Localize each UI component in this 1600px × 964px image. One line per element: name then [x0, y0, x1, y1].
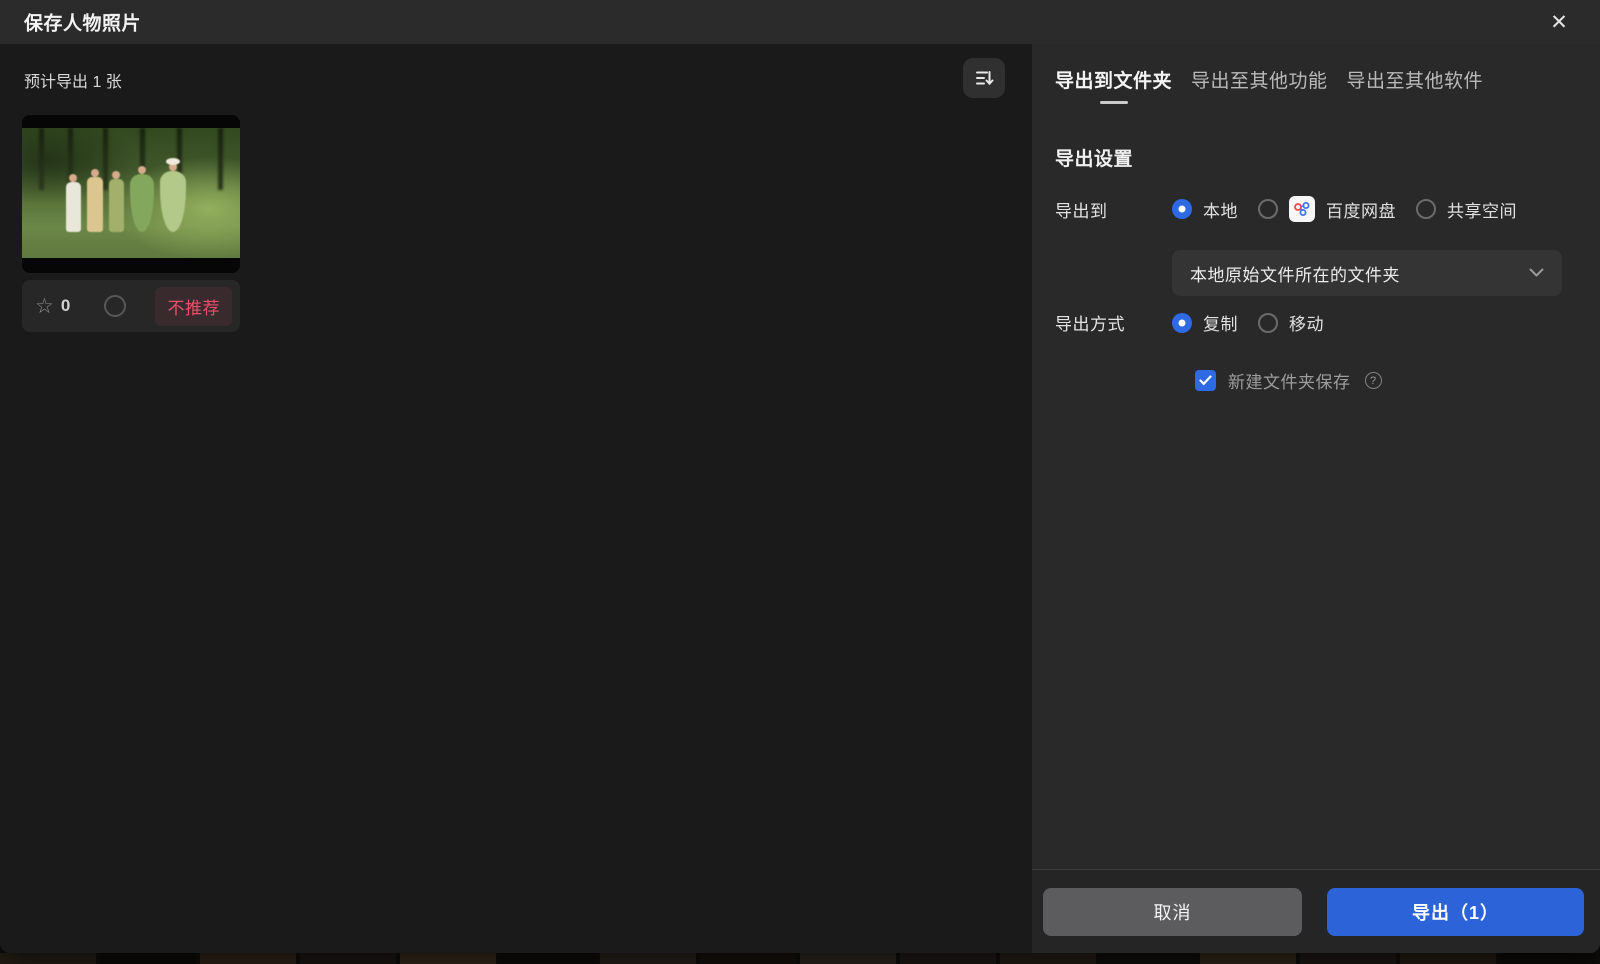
star-count: 0: [61, 296, 70, 316]
filmstrip-thumb: [100, 953, 196, 964]
folder-dropdown[interactable]: 本地原始文件所在的文件夹: [1172, 250, 1562, 296]
photo-card: ☆ 0 不推荐: [22, 115, 240, 332]
sort-descending-icon: [974, 68, 994, 88]
photo-subjects: [66, 171, 186, 232]
help-icon[interactable]: ?: [1365, 372, 1382, 389]
tab-export-to-folder[interactable]: 导出到文件夹: [1055, 66, 1172, 104]
filmstrip-thumb: [1000, 953, 1096, 964]
tab-export-to-other-software[interactable]: 导出至其他软件: [1347, 66, 1484, 104]
filmstrip-thumb: [600, 953, 696, 964]
radio-icon: [1258, 313, 1278, 333]
new-folder-checkbox-row: 新建文件夹保存 ?: [1195, 368, 1382, 393]
screen: 保存人物照片 ✕ 预计导出 1 张: [0, 0, 1600, 964]
export-button[interactable]: 导出（1）: [1327, 888, 1584, 936]
photo-image: [22, 128, 240, 258]
tab-export-to-other-features[interactable]: 导出至其他功能: [1191, 66, 1328, 104]
radio-option-local[interactable]: 本地: [1172, 197, 1238, 222]
export-settings-panel: 导出到文件夹 导出至其他功能 导出至其他软件 导出设置 导出到 本地: [1032, 44, 1600, 953]
export-destination-row: 导出到 本地: [1055, 196, 1570, 222]
dialog-title: 保存人物照片: [24, 9, 141, 36]
not-recommended-badge: 不推荐: [155, 287, 232, 326]
export-tabs: 导出到文件夹 导出至其他功能 导出至其他软件: [1055, 66, 1483, 104]
radio-icon: [1258, 199, 1278, 219]
radio-icon: [1416, 199, 1436, 219]
new-folder-checkbox-label: 新建文件夹保存: [1228, 368, 1351, 393]
export-count-text: 预计导出 1 张: [24, 68, 122, 92]
filmstrip-thumb: [1500, 953, 1596, 964]
radio-option-move[interactable]: 移动: [1258, 310, 1324, 335]
star-icon: ☆: [35, 296, 54, 317]
dialog-titlebar: 保存人物照片 ✕: [0, 0, 1600, 44]
export-preview-panel: 预计导出 1 张: [0, 44, 1032, 953]
filmstrip-thumb: [1100, 953, 1196, 964]
dialog-body: 预计导出 1 张: [0, 44, 1600, 953]
filmstrip-thumb: [1300, 953, 1396, 964]
baidu-netdisk-icon: [1289, 196, 1315, 222]
export-destination-options: 本地 百度: [1172, 196, 1537, 222]
dialog-footer: 取消 导出（1）: [1032, 869, 1600, 953]
save-photos-dialog: 保存人物照片 ✕ 预计导出 1 张: [0, 0, 1600, 953]
filmstrip-thumb: [700, 953, 796, 964]
photo-select-circle[interactable]: [104, 295, 126, 317]
filmstrip-thumb: [900, 953, 996, 964]
filmstrip-thumb: [200, 953, 296, 964]
photo-card-footer: ☆ 0 不推荐: [22, 280, 240, 332]
filmstrip-thumb: [800, 953, 896, 964]
sort-button[interactable]: [963, 58, 1005, 98]
cancel-button[interactable]: 取消: [1043, 888, 1302, 936]
radio-option-baidu-netdisk[interactable]: 百度网盘: [1258, 196, 1396, 222]
filmstrip-thumb: [0, 953, 96, 964]
filmstrip-thumb: [1200, 953, 1296, 964]
filmstrip-thumb: [500, 953, 596, 964]
settings-heading: 导出设置: [1055, 144, 1133, 171]
radio-option-copy[interactable]: 复制: [1172, 310, 1238, 335]
star-rating[interactable]: ☆ 0: [35, 296, 70, 317]
export-destination-label: 导出到: [1055, 197, 1172, 222]
export-mode-options: 复制 移动: [1172, 310, 1344, 335]
filmstrip-thumb: [400, 953, 496, 964]
chevron-down-icon: [1529, 268, 1544, 278]
export-mode-row: 导出方式 复制 移动: [1055, 310, 1570, 335]
export-mode-label: 导出方式: [1055, 310, 1172, 335]
radio-option-shared-space[interactable]: 共享空间: [1416, 197, 1517, 222]
radio-icon: [1172, 199, 1192, 219]
checkbox-icon[interactable]: [1195, 370, 1216, 391]
folder-dropdown-value: 本地原始文件所在的文件夹: [1190, 261, 1400, 286]
photo-thumbnail[interactable]: [22, 115, 240, 273]
radio-icon: [1172, 313, 1192, 333]
filmstrip-thumb: [300, 953, 396, 964]
close-icon[interactable]: ✕: [1544, 7, 1574, 37]
filmstrip-thumb: [1400, 953, 1496, 964]
